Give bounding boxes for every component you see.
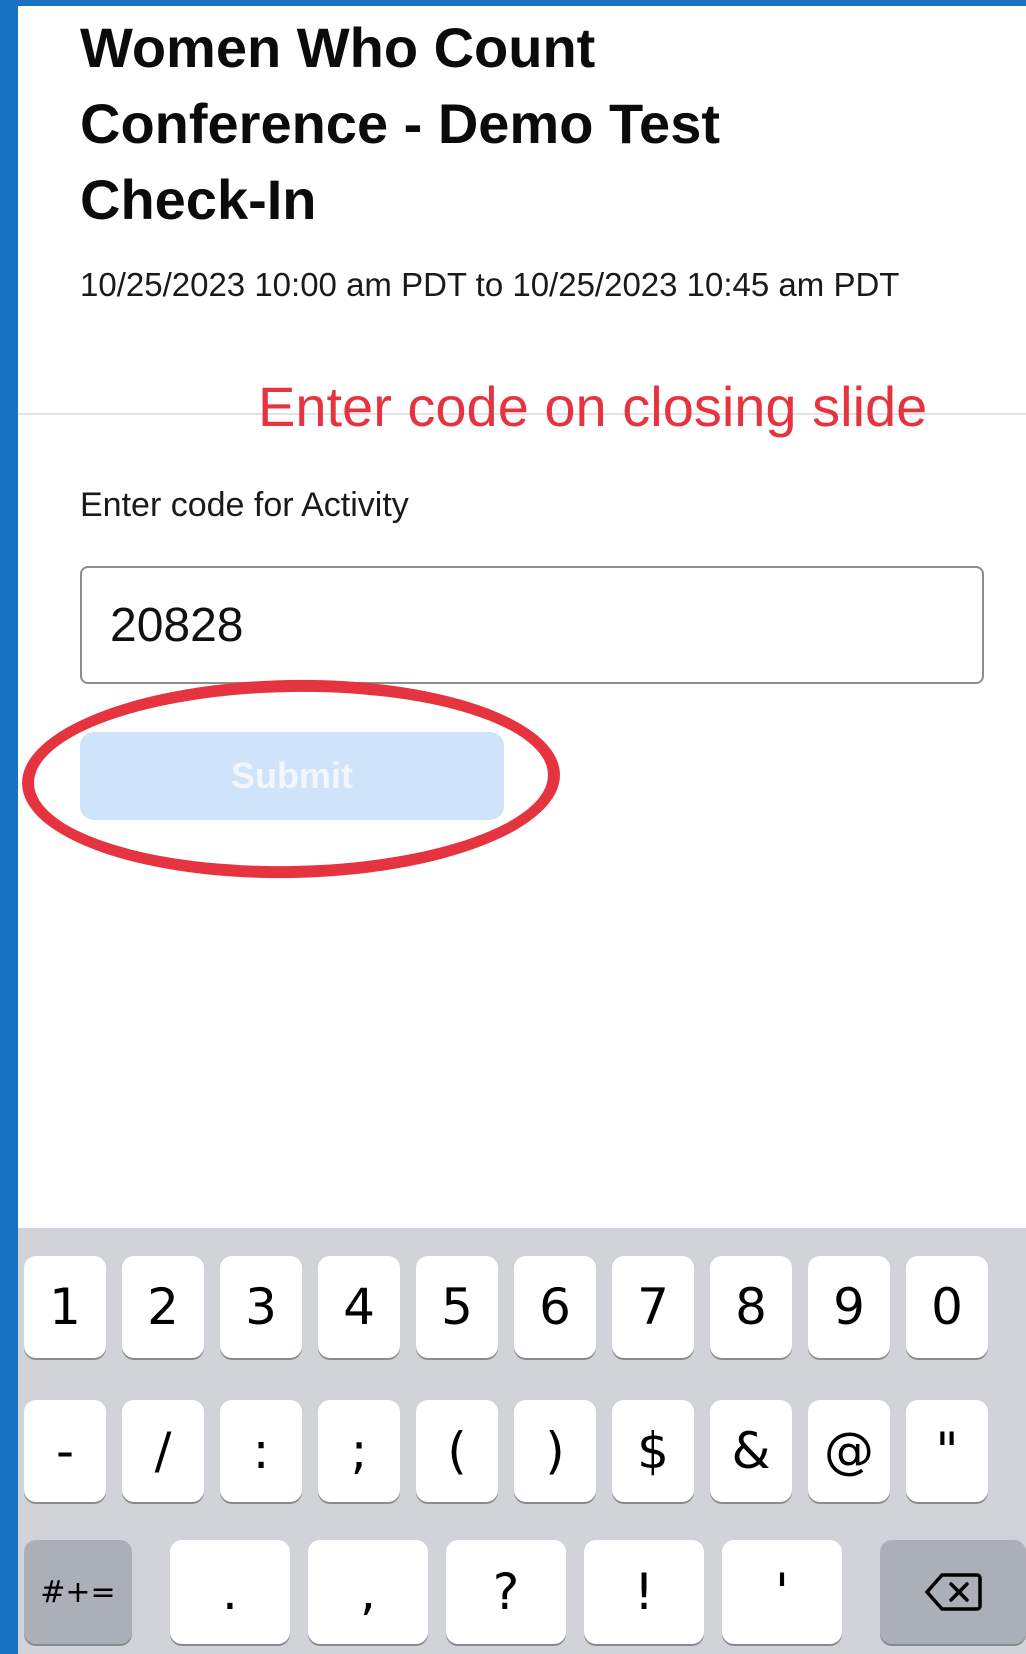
key-dollar[interactable]: $ (612, 1400, 694, 1502)
phone-screen: Women Who Count Conference - Demo Test C… (18, 6, 1026, 1654)
key-question[interactable]: ? (446, 1540, 566, 1644)
key-period[interactable]: . (170, 1540, 290, 1644)
page-title: Women Who Count Conference - Demo Test C… (80, 10, 880, 238)
key-6[interactable]: 6 (514, 1256, 596, 1358)
code-field-label: Enter code for Activity (80, 486, 409, 524)
page-title-line-2: Conference - Demo Test (80, 92, 720, 155)
key-colon[interactable]: : (220, 1400, 302, 1502)
key-3[interactable]: 3 (220, 1256, 302, 1358)
key-comma[interactable]: , (308, 1540, 428, 1644)
page-title-line-1: Women Who Count (80, 16, 596, 79)
key-open-paren[interactable]: ( (416, 1400, 498, 1502)
key-2[interactable]: 2 (122, 1256, 204, 1358)
activity-code-input[interactable]: 20828 (80, 566, 984, 684)
key-semicolon[interactable]: ; (318, 1400, 400, 1502)
key-8[interactable]: 8 (710, 1256, 792, 1358)
event-date-range: 10/25/2023 10:00 am PDT to 10/25/2023 10… (80, 266, 900, 303)
key-5[interactable]: 5 (416, 1256, 498, 1358)
key-ampersand[interactable]: & (710, 1400, 792, 1502)
submit-button[interactable]: Submit (80, 732, 504, 820)
activity-code-value: 20828 (110, 598, 244, 652)
key-apostrophe[interactable]: ' (722, 1540, 842, 1644)
closing-slide-annotation: Enter code on closing slide (258, 375, 928, 438)
key-delete[interactable] (880, 1540, 1026, 1644)
backspace-icon (925, 1573, 982, 1611)
key-quote[interactable]: " (906, 1400, 988, 1502)
key-0[interactable]: 0 (906, 1256, 988, 1358)
key-at[interactable]: @ (808, 1400, 890, 1502)
numeric-keyboard: 1 2 3 4 5 6 7 8 9 0 - / : ; ( ) $ & @ " … (18, 1228, 1026, 1654)
key-4[interactable]: 4 (318, 1256, 400, 1358)
key-9[interactable]: 9 (808, 1256, 890, 1358)
key-hyphen[interactable]: - (24, 1400, 106, 1502)
key-1[interactable]: 1 (24, 1256, 106, 1358)
key-7[interactable]: 7 (612, 1256, 694, 1358)
page-title-line-3: Check-In (80, 168, 317, 231)
key-symbols-toggle[interactable]: #+= (24, 1540, 132, 1644)
key-close-paren[interactable]: ) (514, 1400, 596, 1502)
key-exclamation[interactable]: ! (584, 1540, 704, 1644)
key-slash[interactable]: / (122, 1400, 204, 1502)
